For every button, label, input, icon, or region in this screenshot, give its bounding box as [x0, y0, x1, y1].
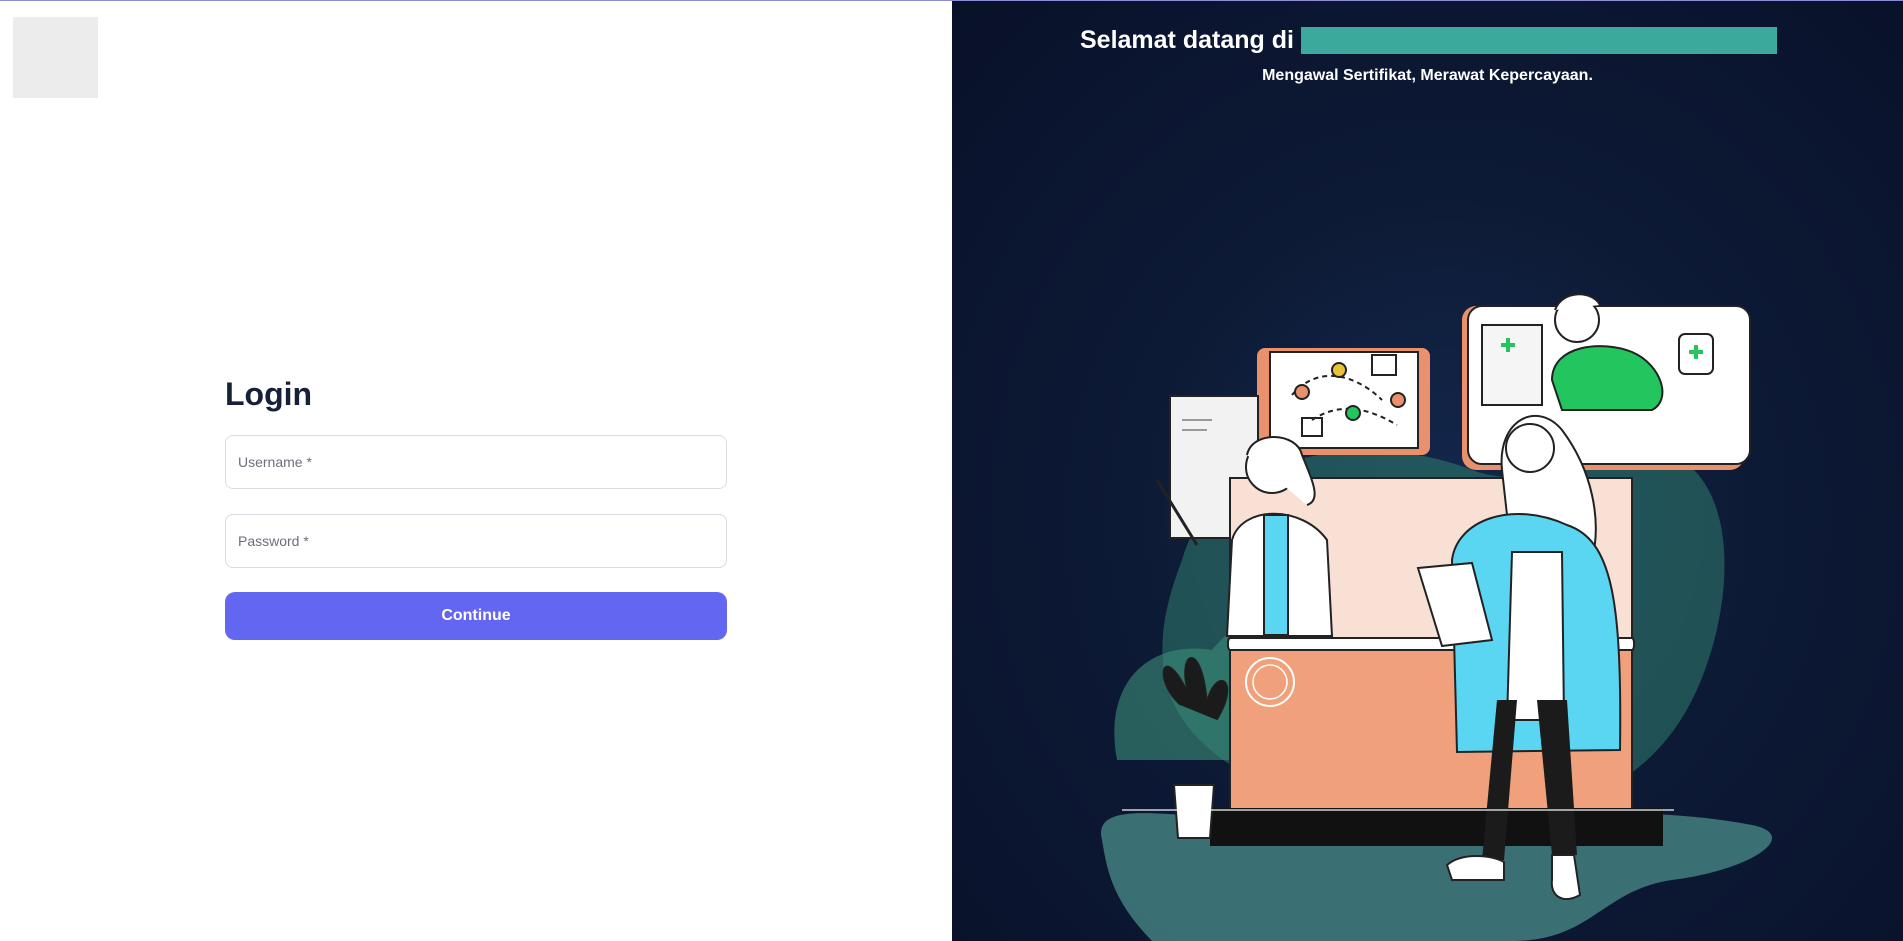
doctors-illustration	[1101, 293, 1773, 941]
top-border	[0, 0, 1903, 1]
password-input[interactable]	[226, 515, 726, 567]
login-page: Login Continue Selamat datang di Mengawa…	[0, 0, 1903, 941]
password-field-container	[225, 514, 727, 568]
username-input[interactable]	[226, 436, 726, 488]
login-panel: Login Continue	[0, 0, 952, 941]
username-field-container	[225, 435, 727, 489]
continue-button[interactable]: Continue	[225, 592, 727, 640]
page-title: Login	[225, 376, 313, 412]
login-form: Login Continue	[225, 376, 727, 640]
hero-panel: Selamat datang di Mengawal Sertifikat, M…	[952, 0, 1903, 941]
logo-placeholder	[13, 17, 98, 98]
